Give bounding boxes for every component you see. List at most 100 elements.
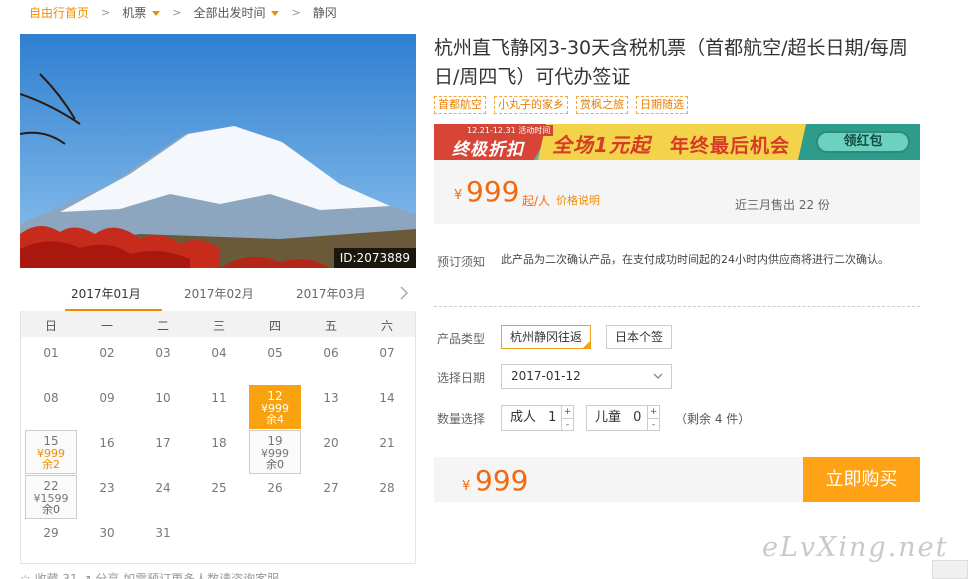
product-type-option-roundtrip[interactable]: 杭州静冈往返 [501,325,592,349]
product-title: 杭州直飞静冈3-30天含税机票（首都航空/超长日期/每周日/周四飞）可代办签证 [434,37,908,88]
price-explanation-link[interactable]: 价格说明 [556,192,600,208]
sales-count: 近三月售出 22 份 [735,198,830,212]
product-tag[interactable]: 首都航空 [434,96,486,114]
breadcrumb-home-link[interactable]: 自由行首页 [29,4,89,21]
calendar-day: 27 [305,475,357,519]
calendar-day: 14 [361,385,413,429]
day-number: 04 [211,346,227,360]
product-photo: ID:2073889 [20,34,416,268]
increment-icon[interactable]: + [562,406,573,418]
day-number: 20 [323,436,339,450]
day-number: 11 [211,391,227,405]
calendar-day: 21 [361,430,413,474]
day-number: 10 [155,391,171,405]
calendar-day: 08 [25,385,77,429]
increment-icon[interactable]: + [648,406,659,418]
tab-month-feb[interactable]: 2017年02月 [184,285,254,302]
day-number: 07 [379,346,395,360]
calendar-day: 09 [81,385,133,429]
total-price: 999 [475,464,529,497]
claim-coupon-button[interactable]: 领红包 [816,131,910,153]
caret-down-icon [271,10,280,16]
day-number: 13 [323,391,339,405]
day-number: 08 [43,391,59,405]
day-number: 12 [267,389,283,403]
breadcrumb-item-flights[interactable]: 机票 [122,4,161,21]
breadcrumb-item-departure-time[interactable]: 全部出发时间 [193,4,280,21]
tab-month-mar[interactable]: 2017年03月 [296,285,366,302]
product-tag[interactable]: 小丸子的家乡 [494,96,568,114]
chevron-right-icon[interactable] [398,285,410,301]
date-select-value: 2017-01-12 [511,369,581,383]
calendar-day: 20 [305,430,357,474]
day-number: 05 [267,346,283,360]
calendar-day: 06 [305,340,357,384]
calendar-day: 01 [25,340,77,384]
day-number: 26 [267,481,283,495]
calendar-day: 28 [361,475,413,519]
price-calendar: 日 一 二 三 四 五 六 01 02 03 04 05 06 07 08 09 10 11 12 ¥999 余4 13… [20,311,416,564]
tab-month-jan[interactable]: 2017年01月 [71,285,141,302]
calendar-day: 23 [81,475,133,519]
decrement-icon[interactable]: - [562,418,573,430]
adult-quantity-stepper[interactable]: 成人 1 + - [501,405,574,431]
product-type-label: 产品类型 [437,332,486,346]
calendar-day: 05 [249,340,301,384]
booking-notice-label: 预订须知 [437,255,486,269]
child-quantity-stepper[interactable]: 儿童 0 + - [586,405,660,431]
calendar-day-available[interactable]: 22 ¥1599 余0 [25,475,77,519]
banner-tagline: 年终最后机会 [670,135,791,157]
day-remaining: 余0 [266,458,284,471]
day-number: 30 [99,526,115,540]
day-number: 01 [43,346,59,360]
day-number: 23 [99,481,115,495]
date-select[interactable]: 2017-01-12 [501,364,672,389]
day-number: 28 [379,481,395,495]
calendar-day: 29 [25,520,77,564]
currency-symbol: ¥ [462,479,471,494]
weekday-label: 四 [268,319,281,333]
chevron-down-icon [653,373,663,379]
remaining-stock: （剩余 4 件） [675,412,751,426]
day-number: 17 [155,436,171,450]
calendar-day: 31 [137,520,189,564]
calendar-day-available[interactable]: 19 ¥999 余0 [249,430,301,474]
product-tags: 首都航空 小丸子的家乡 赏枫之旅 日期随选 [434,96,688,114]
price-amount: 999 [466,175,520,208]
adult-stepper-buttons[interactable]: + - [561,406,573,430]
day-number: 18 [211,436,227,450]
day-number: 14 [379,391,395,405]
day-number: 29 [43,526,59,540]
banner-offer: 全场1元起 [552,133,651,157]
day-number: 16 [99,436,115,450]
day-number: 02 [99,346,115,360]
calendar-day: 11 [193,385,245,429]
calendar-day: 25 [193,475,245,519]
price-summary: ¥ 999 起/人 价格说明 近三月售出 22 份 [434,160,920,224]
calendar-day: 13 [305,385,357,429]
product-type-option-visa[interactable]: 日本个签 [606,325,673,349]
calendar-day: 07 [361,340,413,384]
calendar-day: 24 [137,475,189,519]
breadcrumb: 自由行首页 > 机票 > 全部出发时间 > 静冈 [29,3,337,21]
caret-down-icon [152,10,161,16]
breadcrumb-separator: > [291,5,301,19]
child-stepper-buttons[interactable]: + - [647,406,659,430]
buy-now-button[interactable]: 立即购买 [803,457,920,502]
calendar-day: 04 [193,340,245,384]
adult-count[interactable]: 1 [548,410,556,425]
decrement-icon[interactable]: - [648,418,659,430]
booking-notice-text: 此产品为二次确认产品，在支付成功时间起的24小时内供应商将进行二次确认。 [501,253,889,266]
weekday-label: 六 [380,319,393,333]
calendar-day-available[interactable]: 15 ¥999 余2 [25,430,77,474]
child-count[interactable]: 0 [633,410,641,425]
site-watermark: eLvXing.net [762,532,949,563]
calendar-day-available[interactable]: 12 ¥999 余4 [249,385,301,429]
product-tag[interactable]: 赏枫之旅 [576,96,628,114]
divider [434,306,920,307]
promo-banner[interactable]: 12.21-12.31 活动时间 终极折扣 全场1元起 年终最后机会 领红包 [434,124,920,160]
product-tag[interactable]: 日期随选 [636,96,688,114]
back-to-top-button[interactable] [932,560,968,579]
day-number: 19 [267,434,283,448]
calendar-day: 03 [137,340,189,384]
